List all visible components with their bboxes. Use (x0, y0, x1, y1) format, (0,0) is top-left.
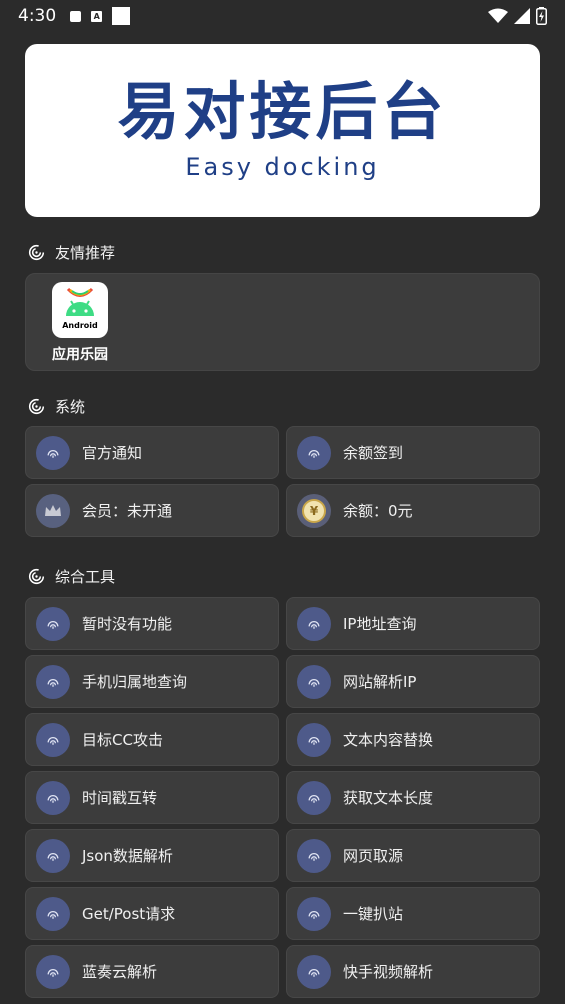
fingerprint-icon (36, 722, 70, 757)
status-bar: 4:30 A (0, 0, 565, 32)
section-system-title: 系统 (28, 396, 85, 417)
tile-label: Json数据解析 (82, 847, 173, 865)
fingerprint-icon (297, 896, 331, 931)
tool-tile[interactable]: IP地址查询 (286, 597, 540, 650)
tile-label: 手机归属地查询 (82, 673, 188, 691)
fingerprint-icon (28, 398, 45, 415)
fingerprint-icon (36, 780, 70, 815)
tile-label: 文本内容替换 (343, 731, 434, 749)
fingerprint-icon (297, 838, 331, 873)
section-friends-title: 友情推荐 (28, 242, 115, 263)
fingerprint-icon (28, 568, 45, 585)
section-label: 综合工具 (55, 568, 116, 586)
coin-icon: ¥ (297, 493, 331, 528)
notification-a-icon: A (91, 10, 103, 22)
tile-membership[interactable]: 会员：未开通 (25, 484, 279, 537)
tile-label: 网站解析IP (343, 673, 417, 691)
fingerprint-icon (297, 722, 331, 757)
notification-blank-icon (112, 7, 131, 25)
android-icon-text: Android (62, 321, 98, 330)
fingerprint-icon (36, 664, 70, 699)
tile-label: 会员：未开通 (82, 502, 173, 520)
fingerprint-icon (36, 435, 70, 470)
notification-square-icon (70, 10, 82, 22)
tile-label: 暂时没有功能 (82, 615, 173, 633)
tool-tile[interactable]: 文本内容替换 (286, 713, 540, 766)
tool-tile[interactable]: 蓝奏云解析 (25, 945, 279, 998)
tile-label: 官方通知 (82, 444, 143, 462)
wifi-icon (488, 8, 508, 23)
friends-card: Android 应用乐园 (25, 273, 540, 371)
fingerprint-icon (297, 435, 331, 470)
tile-balance[interactable]: ¥ 余额：0元 (286, 484, 540, 537)
tile-label: 网页取源 (343, 847, 404, 865)
tool-tile[interactable]: Get/Post请求 (25, 887, 279, 940)
tile-label: Get/Post请求 (82, 905, 176, 923)
tile-official-notice[interactable]: 官方通知 (25, 426, 279, 479)
tool-tile[interactable]: 时间戳互转 (25, 771, 279, 824)
fingerprint-icon (297, 606, 331, 641)
tool-tile[interactable]: 网页取源 (286, 829, 540, 882)
section-label: 友情推荐 (55, 244, 116, 262)
tile-label: 蓝奏云解析 (82, 963, 158, 981)
fingerprint-icon (36, 954, 70, 989)
crown-icon (36, 493, 70, 528)
fingerprint-icon (36, 606, 70, 641)
tile-label: 一键扒站 (343, 905, 404, 923)
tool-tile[interactable]: 暂时没有功能 (25, 597, 279, 650)
tool-tile[interactable]: 手机归属地查询 (25, 655, 279, 708)
fingerprint-icon (28, 244, 45, 261)
battery-icon (536, 7, 547, 25)
banner-subtitle: Easy docking (185, 152, 380, 181)
tile-label: 时间戳互转 (82, 789, 158, 807)
friend-app-label: 应用乐园 (52, 347, 108, 363)
section-tools-title: 综合工具 (28, 566, 115, 587)
tile-balance-checkin[interactable]: 余额签到 (286, 426, 540, 479)
tile-label: 目标CC攻击 (82, 731, 163, 749)
fingerprint-icon (36, 896, 70, 931)
tile-label: 余额：0元 (343, 502, 413, 520)
tile-label: 余额签到 (343, 444, 404, 462)
fingerprint-icon (297, 780, 331, 815)
tile-label: IP地址查询 (343, 615, 417, 633)
fingerprint-icon (297, 954, 331, 989)
tool-tile[interactable]: 目标CC攻击 (25, 713, 279, 766)
signal-icon (514, 8, 530, 24)
section-label: 系统 (55, 398, 86, 416)
tool-tile[interactable]: 网站解析IP (286, 655, 540, 708)
tool-tile[interactable]: 快手视频解析 (286, 945, 540, 998)
fingerprint-icon (36, 838, 70, 873)
fingerprint-icon (297, 664, 331, 699)
android-icon: Android (52, 282, 108, 338)
notification-icons: A (70, 7, 131, 25)
tool-tile[interactable]: 获取文本长度 (286, 771, 540, 824)
tile-label: 获取文本长度 (343, 789, 434, 807)
tool-tile[interactable]: Json数据解析 (25, 829, 279, 882)
coin-glyph: ¥ (309, 503, 319, 518)
tile-label: 快手视频解析 (343, 963, 434, 981)
banner[interactable]: 易对接后台 Easy docking (25, 44, 540, 217)
status-time: 4:30 (18, 6, 57, 26)
tool-tile[interactable]: 一键扒站 (286, 887, 540, 940)
system-status-icons (488, 7, 547, 25)
friend-app-item[interactable]: Android 应用乐园 (49, 282, 111, 364)
banner-title: 易对接后台 (117, 74, 448, 148)
